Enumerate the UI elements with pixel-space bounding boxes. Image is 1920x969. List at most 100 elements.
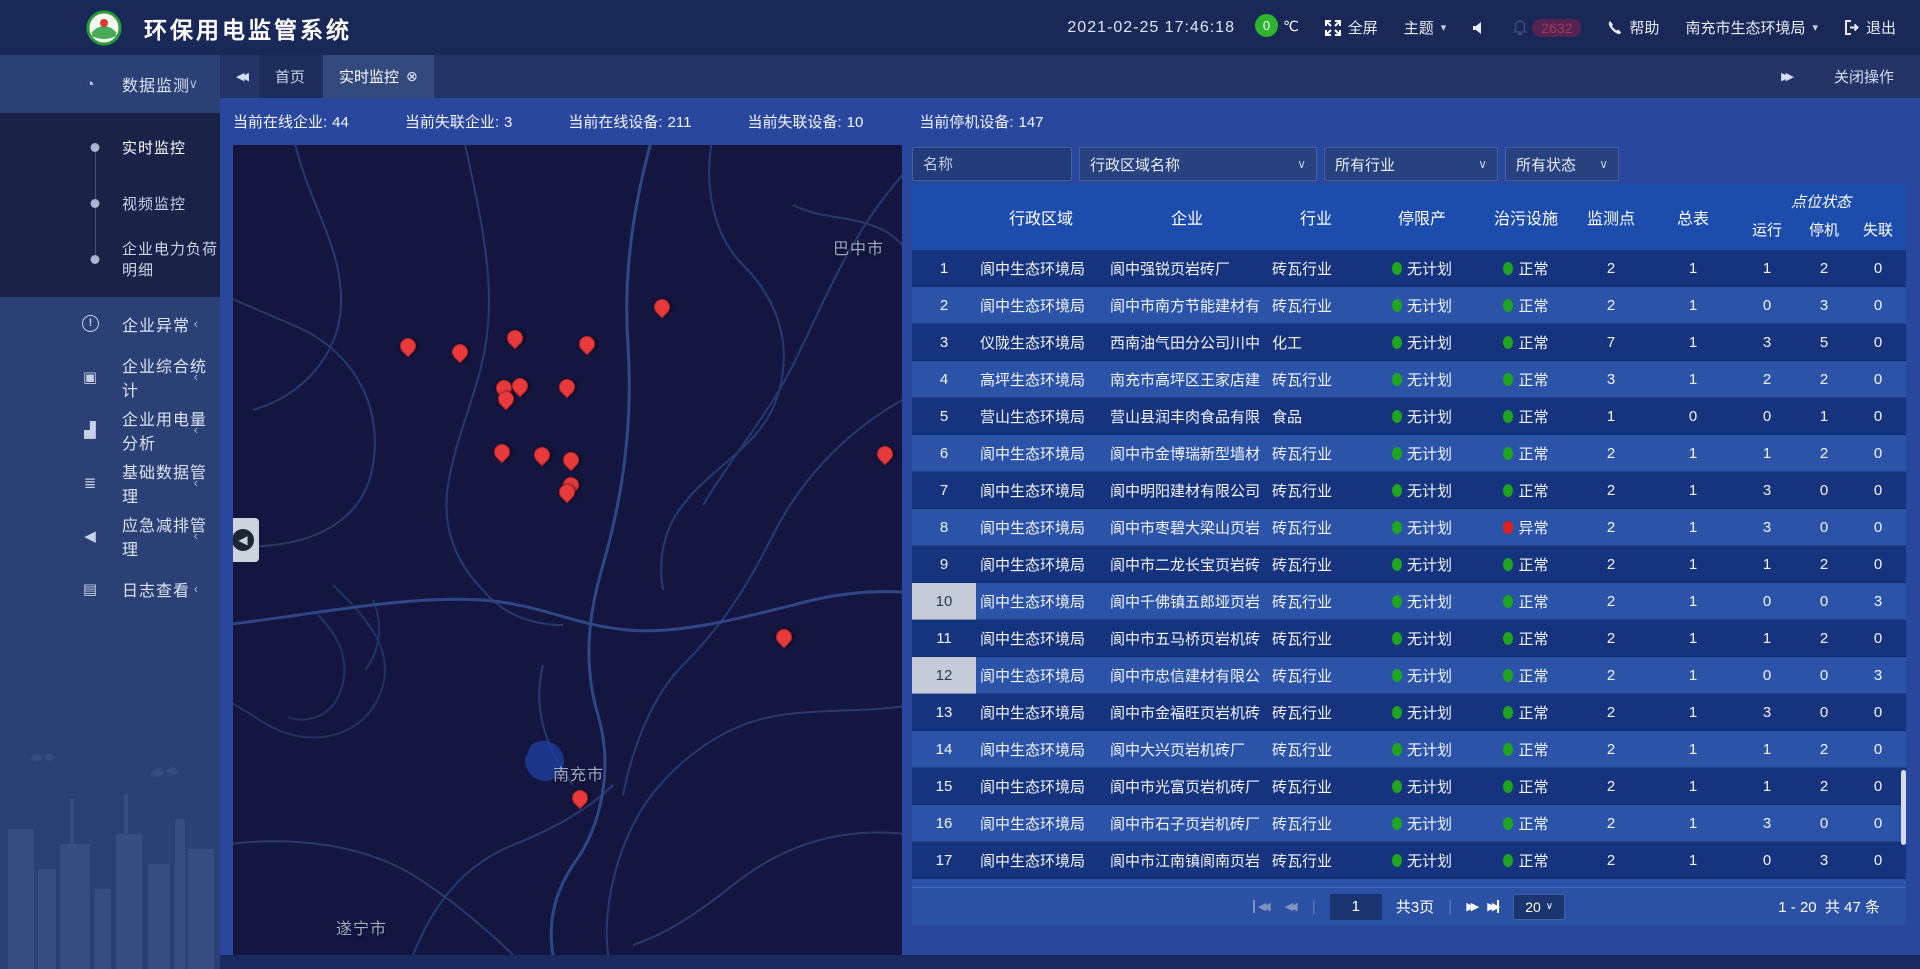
tabs-scroll-right-button[interactable]: ▶▶ <box>1781 70 1790 83</box>
tabs-scroll-left-button[interactable]: ◀◀ <box>236 70 245 83</box>
col-header-run: 运行 <box>1736 214 1798 250</box>
gauge-icon: ◔ <box>80 76 100 93</box>
table-row[interactable]: 8阆中生态环境局阆中市枣碧大梁山页岩砖瓦行业无计划异常21300 <box>912 509 1906 546</box>
table-row[interactable]: 4高坪生态环境局南充市高坪区王家店建砖瓦行业无计划正常31220 <box>912 361 1906 398</box>
table-row[interactable]: 6阆中生态环境局阆中市金博瑞新型墙材砖瓦行业无计划正常21120 <box>912 435 1906 472</box>
page-number-input[interactable]: 1 <box>1330 894 1382 920</box>
plan-cell: 无计划 <box>1364 879 1480 887</box>
chevron-icon: ‹ <box>194 528 198 543</box>
stop-cell: 2 <box>1798 768 1850 805</box>
row-index-cell: 8 <box>912 509 976 546</box>
table-row[interactable]: 7阆中生态环境局阆中明阳建材有限公司砖瓦行业无计划正常21300 <box>912 472 1906 509</box>
sidebar-item-4[interactable]: ≣基础数据管理‹ <box>0 456 220 509</box>
bullet-dot-icon <box>91 199 100 208</box>
sidebar-subitem[interactable]: 实时监控 <box>0 119 220 175</box>
table-row[interactable]: 5营山生态环境局营山县润丰肉食品有限食品无计划正常10010 <box>912 398 1906 435</box>
sidebar-item-3[interactable]: ▟企业用电量分析‹ <box>0 403 220 456</box>
row-index-cell: 6 <box>912 435 976 472</box>
prev-page-button[interactable]: ◀◀ <box>1285 900 1298 913</box>
table-row[interactable]: 17阆中生态环境局阆中市江南镇阆南页岩砖瓦行业无计划正常21030 <box>912 842 1906 879</box>
plan-cell: 无计划 <box>1364 324 1480 361</box>
sidebar-item-0[interactable]: ◔数据监测∨ <box>0 55 220 113</box>
next-page-button[interactable]: ▶▶ <box>1466 900 1479 913</box>
stop-cell: 1 <box>1798 398 1850 435</box>
notification-count-badge: 2632 <box>1532 19 1581 37</box>
sidebar-item-1[interactable]: !企业异常‹ <box>0 297 220 350</box>
sidebar-item-2[interactable]: ▣企业综合统计‹ <box>0 350 220 403</box>
help-button[interactable]: 帮助 <box>1607 17 1659 38</box>
points-cell: 2 <box>1572 694 1650 731</box>
region-cell: 阆中生态环境局 <box>976 657 1106 694</box>
tab-首页[interactable]: 首页 <box>259 55 321 98</box>
page-size-select[interactable]: 20 ∨ <box>1513 894 1565 920</box>
org-dropdown[interactable]: 南充市生态环境局▾ <box>1685 17 1818 38</box>
table-row[interactable]: 16阆中生态环境局阆中市石子页岩机砖厂砖瓦行业无计划正常21300 <box>912 805 1906 842</box>
sidebar-subitem-label: 视频监控 <box>122 193 186 214</box>
notifications-button[interactable]: 2632 <box>1512 19 1581 37</box>
mute-button[interactable] <box>1472 21 1486 35</box>
facility-cell: 正常 <box>1480 620 1572 657</box>
close-operations-button[interactable]: 关闭操作 <box>1834 66 1894 87</box>
table-row[interactable]: 3仪陇生态环境局西南油气田分公司川中化工无计划正常71350 <box>912 324 1906 361</box>
sidebar-item-5[interactable]: ◀应急减排管理‹ <box>0 509 220 562</box>
logout-button[interactable]: 退出 <box>1844 17 1896 38</box>
industry-cell: 砖瓦行业 <box>1268 509 1364 546</box>
sidebar-subitem[interactable]: 视频监控 <box>0 175 220 231</box>
first-page-button[interactable]: ◀◀ <box>1253 900 1271 913</box>
plan-label: 无计划 <box>1407 591 1452 612</box>
table-row[interactable]: 14阆中生态环境局阆中大兴页岩机砖厂砖瓦行业无计划正常21120 <box>912 731 1906 768</box>
status-select[interactable]: 所有状态 ∨ <box>1505 147 1619 181</box>
total-cell: 1 <box>1650 805 1736 842</box>
status-dot-icon <box>1503 484 1513 497</box>
industry-select[interactable]: 所有行业 ∨ <box>1324 147 1498 181</box>
table-row[interactable]: 10阆中生态环境局阆中千佛镇五郎垭页岩砖瓦行业无计划正常21003 <box>912 583 1906 620</box>
status-stat: 当前失联企业:3 <box>405 111 513 132</box>
layers-icon: ≣ <box>80 474 100 492</box>
name-search-input[interactable] <box>912 147 1072 181</box>
close-tab-icon[interactable]: ⊗ <box>406 68 418 85</box>
sidebar-item-6[interactable]: ▤日志查看‹ <box>0 562 220 615</box>
last-page-button[interactable]: ▶▶ <box>1487 900 1499 913</box>
fullscreen-button[interactable]: 全屏 <box>1325 17 1378 38</box>
total-cell: 0 <box>1650 879 1736 887</box>
region-select[interactable]: 行政区域名称 ∨ <box>1079 147 1317 181</box>
stop-cell: 2 <box>1798 731 1850 768</box>
table-header-row: 行政区域 企业 行业 停限产 治污设施 监测点 总表 点位状态 运行 停机 失联 <box>912 184 1906 250</box>
region-cell: 阆中生态环境局 <box>976 250 1106 287</box>
status-dot-icon <box>1503 669 1513 682</box>
sidebar-subitem[interactable]: 企业电力负荷明细 <box>0 231 220 287</box>
industry-cell: 食品 <box>1268 398 1364 435</box>
enterprise-cell: 阆中市南方节能建材有 <box>1106 287 1268 324</box>
table-row[interactable]: 12阆中生态环境局阆中市忠信建材有限公砖瓦行业无计划正常21003 <box>912 657 1906 694</box>
run-cell: 3 <box>1736 805 1798 842</box>
map-collapse-button[interactable]: ◀ <box>233 518 259 562</box>
table-row[interactable]: 15阆中生态环境局阆中市光富页岩机砖厂砖瓦行业无计划正常21120 <box>912 768 1906 805</box>
status-dot-icon <box>1503 336 1513 349</box>
status-dot-icon <box>1503 521 1513 534</box>
table-row[interactable]: 11阆中生态环境局阆中市五马桥页岩机砖砖瓦行业无计划正常21120 <box>912 620 1906 657</box>
table-row[interactable]: 2阆中生态环境局阆中市南方节能建材有砖瓦行业无计划正常21030 <box>912 287 1906 324</box>
record-range-label: 1 - 20 共 47 条 <box>1778 896 1880 917</box>
enterprise-cell: 阆中市金博瑞新型墙材 <box>1106 435 1268 472</box>
status-dot-icon <box>1392 447 1402 460</box>
table-row[interactable]: 1阆中生态环境局阆中强锐页岩砖厂砖瓦行业无计划正常21120 <box>912 250 1906 287</box>
table-row[interactable]: 18南部生态环境局南部县砖瓦有限公建材加工无计划正常50050 <box>912 879 1906 887</box>
status-dot-icon <box>1503 595 1513 608</box>
status-dot-icon <box>1392 669 1402 682</box>
stop-cell: 3 <box>1798 842 1850 879</box>
tab-实时监控[interactable]: 实时监控⊗ <box>323 55 434 98</box>
chevron-icon: ‹ <box>194 475 198 490</box>
points-cell: 2 <box>1572 805 1650 842</box>
table-row[interactable]: 13阆中生态环境局阆中市金福旺页岩机砖砖瓦行业无计划正常21300 <box>912 694 1906 731</box>
row-index-cell: 9 <box>912 546 976 583</box>
table-scrollbar[interactable] <box>1901 770 1906 845</box>
map-panel[interactable]: 巴中市南充市遂宁市 ◀ <box>233 145 902 955</box>
facility-label: 正常 <box>1518 813 1548 834</box>
enterprise-cell: 南部县砖瓦有限公 <box>1106 879 1268 887</box>
alert-circle-icon: ! <box>82 315 99 332</box>
table-row[interactable]: 9阆中生态环境局阆中市二龙长宝页岩砖砖瓦行业无计划正常21120 <box>912 546 1906 583</box>
col-header-total: 总表 <box>1650 184 1736 250</box>
points-cell: 2 <box>1572 546 1650 583</box>
theme-dropdown[interactable]: 主题▾ <box>1404 17 1447 38</box>
plan-cell: 无计划 <box>1364 657 1480 694</box>
